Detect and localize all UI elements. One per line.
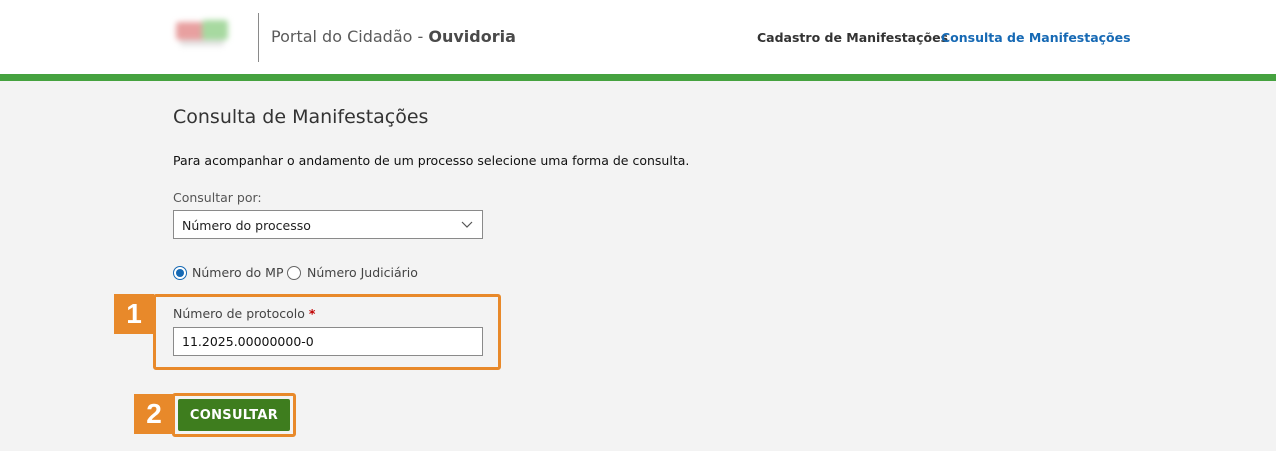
- portal-title-name: Ouvidoria: [428, 27, 516, 46]
- required-mark: *: [308, 306, 316, 321]
- portal-title: Portal do Cidadão - Ouvidoria: [271, 27, 516, 46]
- radio-numero-judiciario[interactable]: [287, 266, 301, 280]
- step-badge-1: 1: [114, 294, 154, 334]
- header: Portal do Cidadão - Ouvidoria Cadastro d…: [0, 0, 1276, 74]
- intro-text: Para acompanhar o andamento de um proces…: [173, 153, 690, 168]
- radio-numero-mp-label[interactable]: Número do MP: [192, 265, 284, 280]
- numero-protocolo-label: Número de protocolo *: [173, 306, 315, 321]
- consultar-por-label: Consultar por:: [173, 190, 262, 205]
- portal-title-prefix: Portal do Cidadão -: [271, 27, 429, 46]
- numero-protocolo-input[interactable]: [173, 327, 483, 356]
- header-divider: [258, 13, 259, 62]
- nav-consulta-manifestacoes[interactable]: Consulta de Manifestações: [941, 30, 1131, 45]
- consultar-por-select[interactable]: Número do processo: [173, 210, 483, 239]
- radio-numero-mp[interactable]: [173, 266, 187, 280]
- step-badge-2: 2: [134, 394, 174, 434]
- radio-numero-judiciario-label[interactable]: Número Judiciário: [307, 265, 418, 280]
- header-accent-bar: [0, 74, 1276, 81]
- chevron-down-icon: [461, 221, 473, 228]
- numero-protocolo-label-text: Número de protocolo: [173, 306, 305, 321]
- nav-cadastro-manifestacoes[interactable]: Cadastro de Manifestações: [757, 30, 948, 45]
- consultar-button[interactable]: CONSULTAR: [178, 399, 290, 431]
- page-title: Consulta de Manifestações: [173, 106, 429, 128]
- logo[interactable]: [170, 14, 246, 56]
- consultar-por-value: Número do processo: [182, 218, 311, 233]
